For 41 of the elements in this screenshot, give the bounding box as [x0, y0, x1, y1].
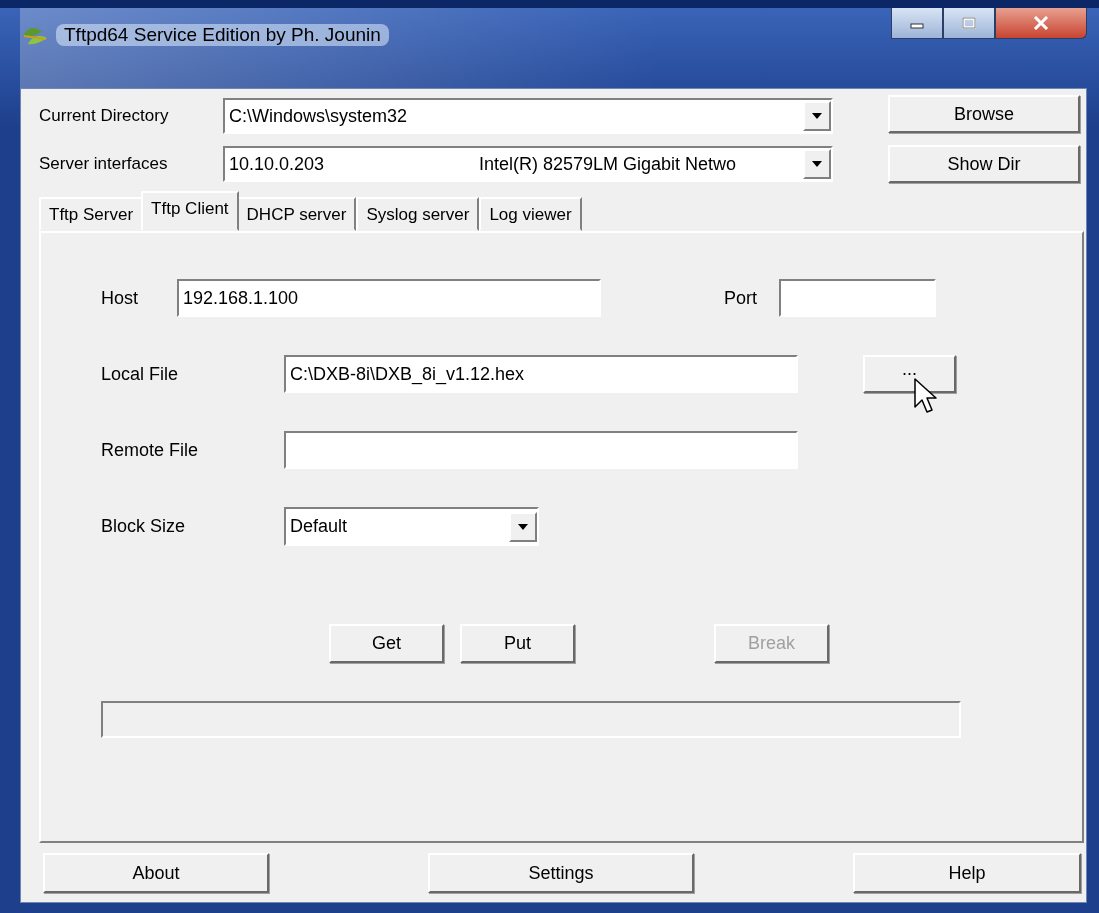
footer-button[interactable]: Help — [853, 853, 1081, 893]
caret-icon — [518, 523, 528, 530]
window-title: Tftpd64 Service Edition by Ph. Jounin — [56, 24, 389, 46]
tab[interactable]: Syslog server — [356, 197, 480, 231]
port-field[interactable] — [779, 279, 936, 317]
host-field[interactable]: 192.168.1.100 — [177, 279, 601, 317]
minimize-button[interactable] — [891, 8, 943, 39]
field-label: Local File — [101, 363, 180, 385]
field-label: Current Directory — [39, 106, 170, 126]
field-label: Port — [724, 287, 757, 309]
field-label: Host — [101, 287, 139, 309]
footer-button[interactable]: Settings — [428, 853, 694, 893]
adapter-name: Intel(R) 82579LM Gigabit Netwo — [479, 153, 737, 175]
caret-icon — [812, 161, 822, 167]
field-label: Server interfaces — [39, 154, 169, 174]
close-button[interactable] — [995, 8, 1087, 39]
dropdown-button[interactable] — [803, 149, 831, 179]
maximize-button[interactable] — [943, 8, 995, 39]
tab[interactable]: Log viewer — [479, 197, 582, 231]
side-button[interactable]: Show Dir — [888, 145, 1080, 183]
caret-icon — [812, 113, 822, 119]
browse-button[interactable]: ... — [863, 355, 956, 393]
field-label: Remote File — [101, 439, 200, 461]
remote-file-field[interactable] — [284, 431, 798, 469]
tab[interactable]: DHCP server — [236, 197, 357, 231]
pointer-icon — [913, 377, 937, 415]
ip-address: 10.10.0.203 — [229, 153, 326, 175]
block-size-dropdown[interactable]: Default — [284, 507, 539, 546]
local-file-field[interactable]: C:\DXB-8i\DXB_8i_v1.12.hex — [284, 355, 798, 393]
action-button[interactable]: Put — [460, 624, 575, 663]
action-button[interactable]: Get — [329, 624, 444, 663]
footer-button[interactable]: About — [43, 853, 269, 893]
dropdown-button[interactable] — [803, 101, 831, 131]
side-button[interactable]: Browse — [888, 95, 1080, 133]
close-icon — [1033, 16, 1049, 30]
field-label: Block Size — [101, 516, 187, 537]
interface-dropdown[interactable]: 10.10.0.203 Intel(R) 82579LM Gigabit Netwo — [223, 146, 833, 182]
tab[interactable]: Tftp Client — [141, 191, 239, 231]
directory-dropdown[interactable]: C:\Windows\system32 — [223, 98, 833, 134]
dropdown-button[interactable] — [509, 511, 537, 542]
maximize-icon — [962, 17, 976, 29]
